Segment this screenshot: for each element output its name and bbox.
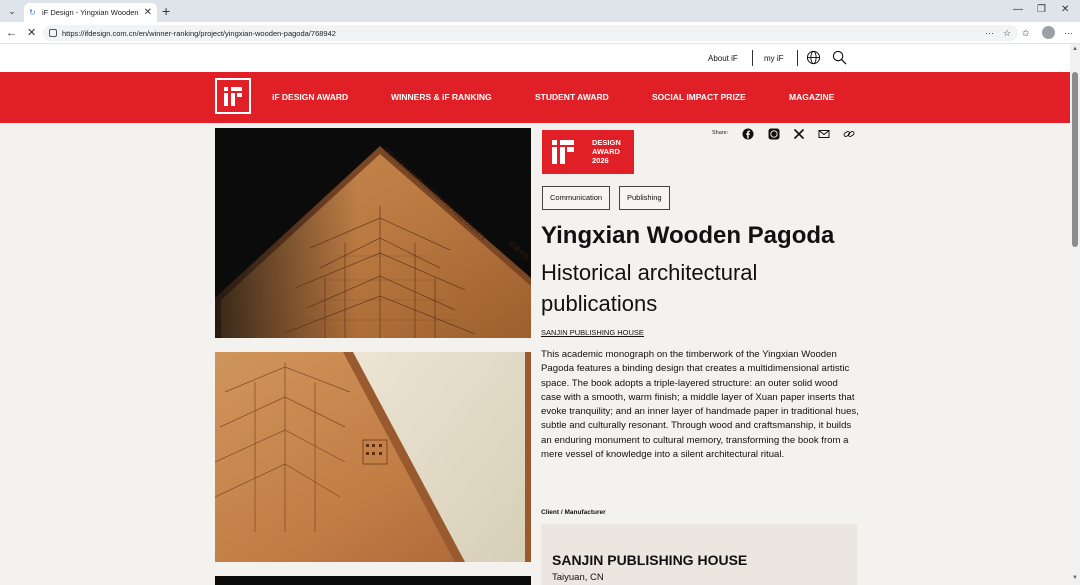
if-logo-mark-icon <box>224 87 242 106</box>
about-link[interactable]: About iF <box>708 54 738 63</box>
favorites-list-icon[interactable]: ✩ <box>1022 27 1030 39</box>
minimize-icon[interactable]: — <box>1013 4 1023 15</box>
globe-icon[interactable] <box>806 50 821 65</box>
nav-winners-ranking[interactable]: WINNERS & iF RANKING <box>391 92 492 102</box>
product-image-1[interactable]: THE SAKYAMUNI PAGODA IN YING COUNTY 应县木塔 <box>215 128 531 338</box>
profile-avatar[interactable] <box>1042 26 1055 39</box>
nav-magazine[interactable]: MAGAZINE <box>789 92 834 102</box>
project-subtitle: Historical architectural publications <box>541 260 758 316</box>
nav-social-impact-prize[interactable]: SOCIAL IMPACT PRIZE <box>652 92 746 102</box>
client-location: Taiyuan, CN <box>552 572 604 583</box>
back-arrow-icon[interactable]: ← <box>6 26 17 40</box>
client-card: SANJIN PUBLISHING HOUSE Taiyuan, CN <box>541 524 857 585</box>
site-info-icon[interactable] <box>49 29 57 37</box>
close-tab-icon[interactable]: ✕ <box>144 7 152 18</box>
browser-tab[interactable]: ↻ iF Design - Yingxian Wooden Pag ✕ <box>24 3 157 22</box>
my-if-link[interactable]: my iF <box>764 54 784 63</box>
whatsapp-icon[interactable] <box>768 128 780 140</box>
new-tab-button[interactable]: + <box>162 3 170 19</box>
utility-nav: About iF my iF <box>0 44 1070 72</box>
badge-line-2: AWARD <box>592 147 620 156</box>
address-bar-row: ← ✕ https://ifdesign.com.cn/en/winner-ra… <box>0 22 1080 44</box>
search-icon[interactable] <box>832 50 847 65</box>
scroll-down-icon[interactable]: ▼ <box>1072 575 1078 581</box>
tab-title: iF Design - Yingxian Wooden Pag <box>42 8 141 17</box>
scroll-up-icon[interactable]: ▲ <box>1072 46 1078 52</box>
product-image-3[interactable] <box>215 576 531 585</box>
scroll-thumb[interactable] <box>1072 72 1078 247</box>
design-award-badge: DESIGN AWARD 2026 <box>542 130 634 174</box>
window-close-icon[interactable]: ✕ <box>1061 4 1069 15</box>
project-title: Yingxian Wooden Pagoda <box>541 222 835 249</box>
tab-list-chevron-icon[interactable]: ⌄ <box>4 4 20 18</box>
if-badge-logo-icon <box>552 140 574 164</box>
nav-if-design-award[interactable]: iF DESIGN AWARD <box>272 92 348 102</box>
divider <box>797 50 798 66</box>
product-image-2[interactable] <box>215 352 531 562</box>
more-options-icon[interactable]: ⋯ <box>1064 27 1073 39</box>
reader-mode-icon[interactable]: ⋯ <box>985 27 994 39</box>
x-icon[interactable] <box>793 128 805 140</box>
company-link[interactable]: SANJIN PUBLISHING HOUSE <box>541 328 644 337</box>
page-scrollbar[interactable]: ▲ ▼ <box>1070 44 1080 585</box>
mail-icon[interactable] <box>818 128 830 140</box>
link-icon[interactable] <box>843 128 855 140</box>
client-name[interactable]: SANJIN PUBLISHING HOUSE <box>552 552 747 568</box>
tag-publishing[interactable]: Publishing <box>619 186 670 210</box>
project-description: This academic monograph on the timberwor… <box>541 349 859 461</box>
nav-student-award[interactable]: STUDENT AWARD <box>535 92 609 102</box>
stop-loading-icon[interactable]: ✕ <box>27 26 36 40</box>
url-field[interactable]: https://ifdesign.com.cn/en/winner-rankin… <box>43 25 1018 41</box>
badge-line-3: 2026 <box>592 156 609 165</box>
client-label: Client / Manufacturer <box>541 509 606 516</box>
main-nav: iF DESIGN AWARD WINNERS & iF RANKING STU… <box>0 72 1070 123</box>
if-logo[interactable] <box>215 78 251 114</box>
url-text: https://ifdesign.com.cn/en/winner-rankin… <box>62 28 336 38</box>
tag-communication[interactable]: Communication <box>542 186 611 210</box>
favorite-star-icon[interactable]: ☆ <box>1003 27 1011 39</box>
loading-spinner-icon: ↻ <box>29 7 36 17</box>
restore-icon[interactable]: ❐ <box>1037 4 1046 15</box>
browser-tab-bar: ⌄ ↻ iF Design - Yingxian Wooden Pag ✕ + … <box>0 0 1080 22</box>
badge-line-1: DESIGN <box>592 138 621 147</box>
share-label: Share: <box>712 130 729 136</box>
divider <box>752 50 753 66</box>
facebook-icon[interactable] <box>742 128 754 140</box>
